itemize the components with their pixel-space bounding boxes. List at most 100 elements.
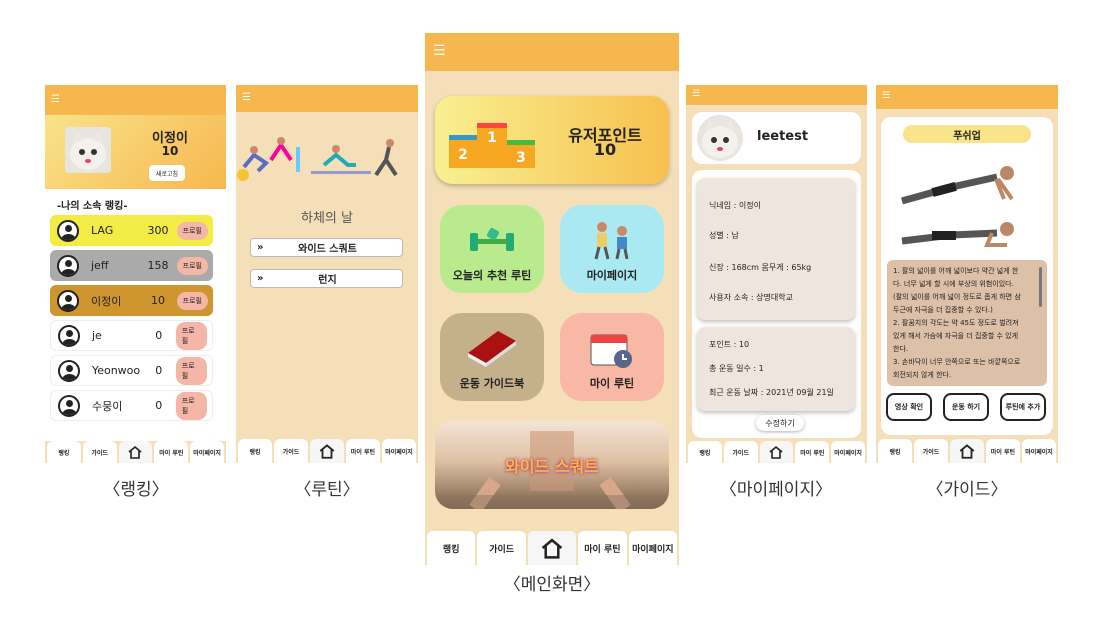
rank-name: je xyxy=(91,329,102,342)
instructions-panel: 1. 팔의 넓이를 어깨 넓이보다 약간 넓게 한 다. 너무 넓게 할 시에 부… xyxy=(887,260,1047,386)
refresh-button[interactable]: 새로고침 xyxy=(149,165,185,181)
nav-my-routine[interactable]: 마이 루틴 xyxy=(154,441,189,463)
bottom-nav: 랭킹 가이드 마이 루틴 마이페이지 xyxy=(45,441,226,463)
top-bar xyxy=(236,85,418,112)
pushup-image xyxy=(901,166,1014,247)
profile-button[interactable]: 프로필 xyxy=(175,321,207,350)
nav-home[interactable] xyxy=(759,441,794,463)
nav-home[interactable] xyxy=(950,439,984,463)
caption-ranking: 〈랭킹〉 xyxy=(103,480,169,500)
podium-1: 1 xyxy=(487,130,497,146)
bottom-nav: 랭킹 가이드 마이 루틴 마이페이지 xyxy=(686,441,867,463)
profile-button[interactable]: 프로필 xyxy=(176,256,208,275)
tile-label: 마이 루틴 xyxy=(589,377,635,390)
nav-my-routine[interactable]: 마이 루틴 xyxy=(346,439,380,463)
points: 포인트 : 10 xyxy=(709,340,750,349)
nav-my-page[interactable]: 마이페이지 xyxy=(628,531,678,565)
rank-name: 이정이 xyxy=(91,294,122,308)
nav-ranking[interactable]: 랭킹 xyxy=(427,531,476,565)
guidebook-tile[interactable]: 운동 가이드북 xyxy=(440,313,544,401)
nav-home[interactable] xyxy=(310,439,344,463)
routine-screen: ☰ 하체의 날 » 와이드 스쿼트 » 런지 랭킹 가이드 마이 루틴 마이페이지 xyxy=(236,85,418,463)
gender: 성별 : 남 xyxy=(709,231,739,240)
menu-icon[interactable]: ☰ xyxy=(433,44,446,58)
my-routine-tile[interactable]: 마이 루틴 xyxy=(560,313,664,401)
watch-video-button[interactable]: 영상 확인 xyxy=(886,393,932,421)
home-icon xyxy=(769,445,783,459)
nav-my-routine[interactable]: 마이 루틴 xyxy=(986,439,1020,463)
profile-button[interactable]: 프로필 xyxy=(175,356,207,385)
nav-ranking[interactable]: 랭킹 xyxy=(878,439,912,463)
user-info-panel: 닉네임 : 이정이 성별 : 남 신장 : 168cm 몸무게 : 65kg 사… xyxy=(697,178,855,320)
menu-icon[interactable]: ☰ xyxy=(51,95,60,105)
user-avatar-icon xyxy=(57,289,79,312)
caption-routine: 〈루틴〉 xyxy=(294,480,360,500)
nav-my-routine[interactable]: 마이 루틴 xyxy=(795,441,830,463)
dumbbell-icon xyxy=(470,227,514,251)
nav-my-page[interactable]: 마이페이지 xyxy=(382,439,416,463)
user-avatar-icon xyxy=(57,254,79,277)
organization: 사용자 소속 : 상명대학교 xyxy=(709,293,793,302)
nav-home[interactable] xyxy=(527,531,577,565)
menu-icon[interactable]: ☰ xyxy=(882,92,890,101)
rank-points: 300 xyxy=(147,224,169,237)
nav-guide[interactable]: 가이드 xyxy=(723,441,758,463)
nav-ranking[interactable]: 랭킹 xyxy=(688,441,722,463)
routine-title: 하체의 날 xyxy=(301,211,353,226)
avatar xyxy=(697,115,743,161)
nav-my-page[interactable]: 마이페이지 xyxy=(1022,439,1056,463)
profile-button[interactable]: 프로필 xyxy=(175,391,207,420)
rank-points: 0 xyxy=(155,399,163,412)
podium-2: 2 xyxy=(458,147,468,163)
profile-card: leetest xyxy=(692,112,861,164)
user-avatar-icon xyxy=(58,394,80,417)
tile-label: 오늘의 추천 루틴 xyxy=(452,269,532,282)
nav-home[interactable] xyxy=(118,441,153,463)
calendar-icon xyxy=(590,334,632,368)
home-icon xyxy=(959,444,975,459)
home-icon xyxy=(319,444,335,459)
nav-my-routine[interactable]: 마이 루틴 xyxy=(578,531,627,565)
add-to-routine-button[interactable]: 루틴에 추가 xyxy=(1000,393,1046,421)
nav-guide[interactable]: 가이드 xyxy=(914,439,948,463)
chevron-icon: » xyxy=(257,273,264,284)
profile-button[interactable]: 프로필 xyxy=(176,221,208,240)
recommend-routine-tile[interactable]: 오늘의 추천 루틴 xyxy=(440,205,544,293)
user-point-value: 10 xyxy=(593,140,617,159)
nav-guide[interactable]: 가이드 xyxy=(274,439,308,463)
instruction-line: 두근에 자극을 더 집중할 수 있다.) xyxy=(893,306,993,314)
profile-button[interactable]: 프로필 xyxy=(176,291,208,310)
guide-screen: ☰ 푸쉬업 1. 팔의 넓이를 어깨 넓이보다 약간 넓게 한 다. 너무 넓게 … xyxy=(876,85,1058,463)
ranking-row: je 0 프로필 xyxy=(50,320,213,351)
caption-guide: 〈가이드〉 xyxy=(926,480,1008,500)
nav-ranking[interactable]: 랭킹 xyxy=(238,439,272,463)
edit-button[interactable]: 수정하기 xyxy=(756,415,804,431)
section-title: -나의 소속 랭킹- xyxy=(57,201,128,212)
rank-points: 0 xyxy=(155,329,163,342)
my-page-tile[interactable]: 마이페이지 xyxy=(560,205,664,293)
nav-my-page[interactable]: 마이페이지 xyxy=(190,441,224,463)
routine-item[interactable]: » 런지 xyxy=(250,269,403,288)
menu-icon[interactable]: ☰ xyxy=(242,93,251,103)
username: leetest xyxy=(757,129,809,144)
nav-my-page[interactable]: 마이페이지 xyxy=(831,441,865,463)
nav-guide[interactable]: 가이드 xyxy=(82,441,117,463)
nav-ranking[interactable]: 랭킹 xyxy=(47,441,81,463)
routine-item-label: 와이드 스쿼트 xyxy=(298,244,357,255)
nav-guide[interactable]: 가이드 xyxy=(477,531,526,565)
top-bar xyxy=(876,85,1058,109)
ranking-row: 수뭉이 0 프로필 xyxy=(50,390,213,421)
home-icon xyxy=(541,538,563,559)
caption-mypage: 〈마이페이지〉 xyxy=(719,480,833,500)
scrollbar[interactable] xyxy=(1039,267,1042,307)
home-icon xyxy=(128,445,142,459)
menu-icon[interactable]: ☰ xyxy=(692,90,700,99)
banner[interactable]: 와이드 스쿼트 xyxy=(435,421,669,509)
routine-item[interactable]: » 와이드 스쿼트 xyxy=(250,238,403,257)
workout-illustration xyxy=(237,137,398,181)
tile-label: 마이페이지 xyxy=(586,269,638,282)
instruction-line: 다. 너무 넓게 할 시에 부상의 위험이있다. xyxy=(893,280,1014,288)
start-exercise-button[interactable]: 운동 하기 xyxy=(943,393,989,421)
instruction-line: 있게 해서 가슴에 자극을 더 집중할 수 있게 xyxy=(893,332,1019,340)
instruction-line: 회전되지 않게 한다. xyxy=(893,371,952,379)
